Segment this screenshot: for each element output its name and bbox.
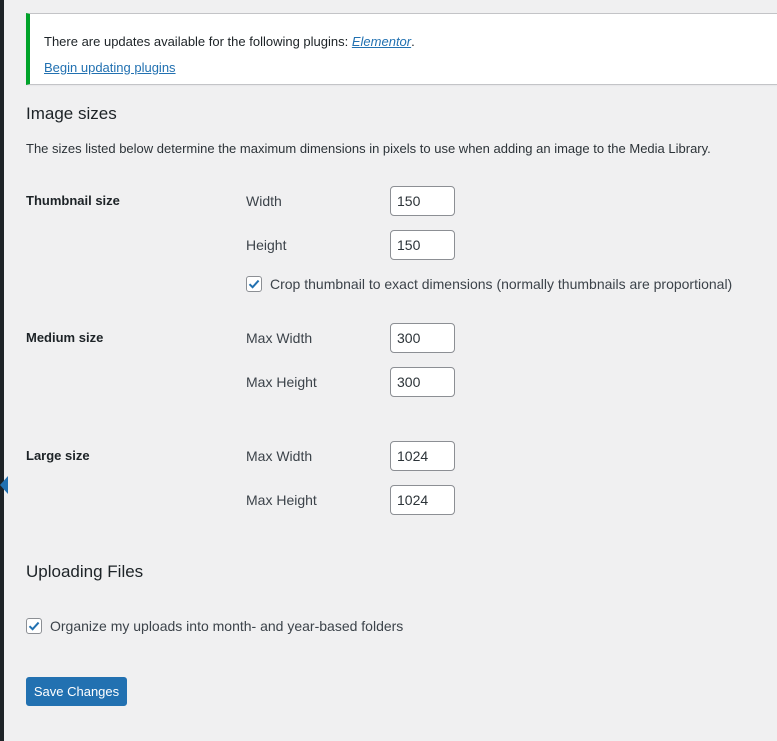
thumbnail-height-input[interactable]: [390, 230, 455, 260]
thumbnail-width-input[interactable]: [390, 186, 455, 216]
checkmark-icon: [248, 279, 260, 289]
begin-updating-plugins-link[interactable]: Begin updating plugins: [44, 60, 176, 75]
admin-sidebar-edge: [0, 0, 4, 741]
image-sizes-heading: Image sizes: [26, 104, 117, 123]
thumbnail-crop-label: Crop thumbnail to exact dimensions (norm…: [270, 276, 733, 292]
notice-message: There are updates available for the foll…: [44, 34, 415, 49]
medium-width-label: Max Width: [246, 330, 313, 346]
medium-size-label: Medium size: [26, 330, 104, 345]
thumbnail-height-label: Height: [246, 237, 287, 253]
elementor-plugin-link[interactable]: Elementor: [352, 34, 411, 49]
uploading-files-heading: Uploading Files: [26, 562, 144, 581]
large-height-label: Max Height: [246, 492, 317, 508]
medium-height-label: Max Height: [246, 374, 317, 390]
thumbnail-width-label: Width: [246, 193, 282, 209]
medium-height-input[interactable]: [390, 367, 455, 397]
plugin-update-notice: There are updates available for the foll…: [26, 13, 777, 85]
organize-uploads-label: Organize my uploads into month- and year…: [50, 618, 404, 634]
medium-width-input[interactable]: [390, 323, 455, 353]
current-menu-arrow-icon: [0, 476, 8, 494]
organize-uploads-option[interactable]: Organize my uploads into month- and year…: [26, 618, 403, 634]
large-width-input[interactable]: [390, 441, 455, 471]
organize-uploads-checkbox[interactable]: [26, 618, 42, 634]
thumbnail-size-label: Thumbnail size: [26, 193, 120, 208]
save-changes-button[interactable]: Save Changes: [26, 677, 127, 706]
checkmark-icon: [28, 621, 40, 631]
large-width-label: Max Width: [246, 448, 313, 464]
image-sizes-description: The sizes listed below determine the max…: [26, 141, 711, 156]
large-size-label: Large size: [26, 448, 90, 463]
large-height-input[interactable]: [390, 485, 455, 515]
thumbnail-crop-checkbox[interactable]: [246, 276, 262, 292]
thumbnail-crop-option[interactable]: Crop thumbnail to exact dimensions (norm…: [246, 276, 732, 292]
